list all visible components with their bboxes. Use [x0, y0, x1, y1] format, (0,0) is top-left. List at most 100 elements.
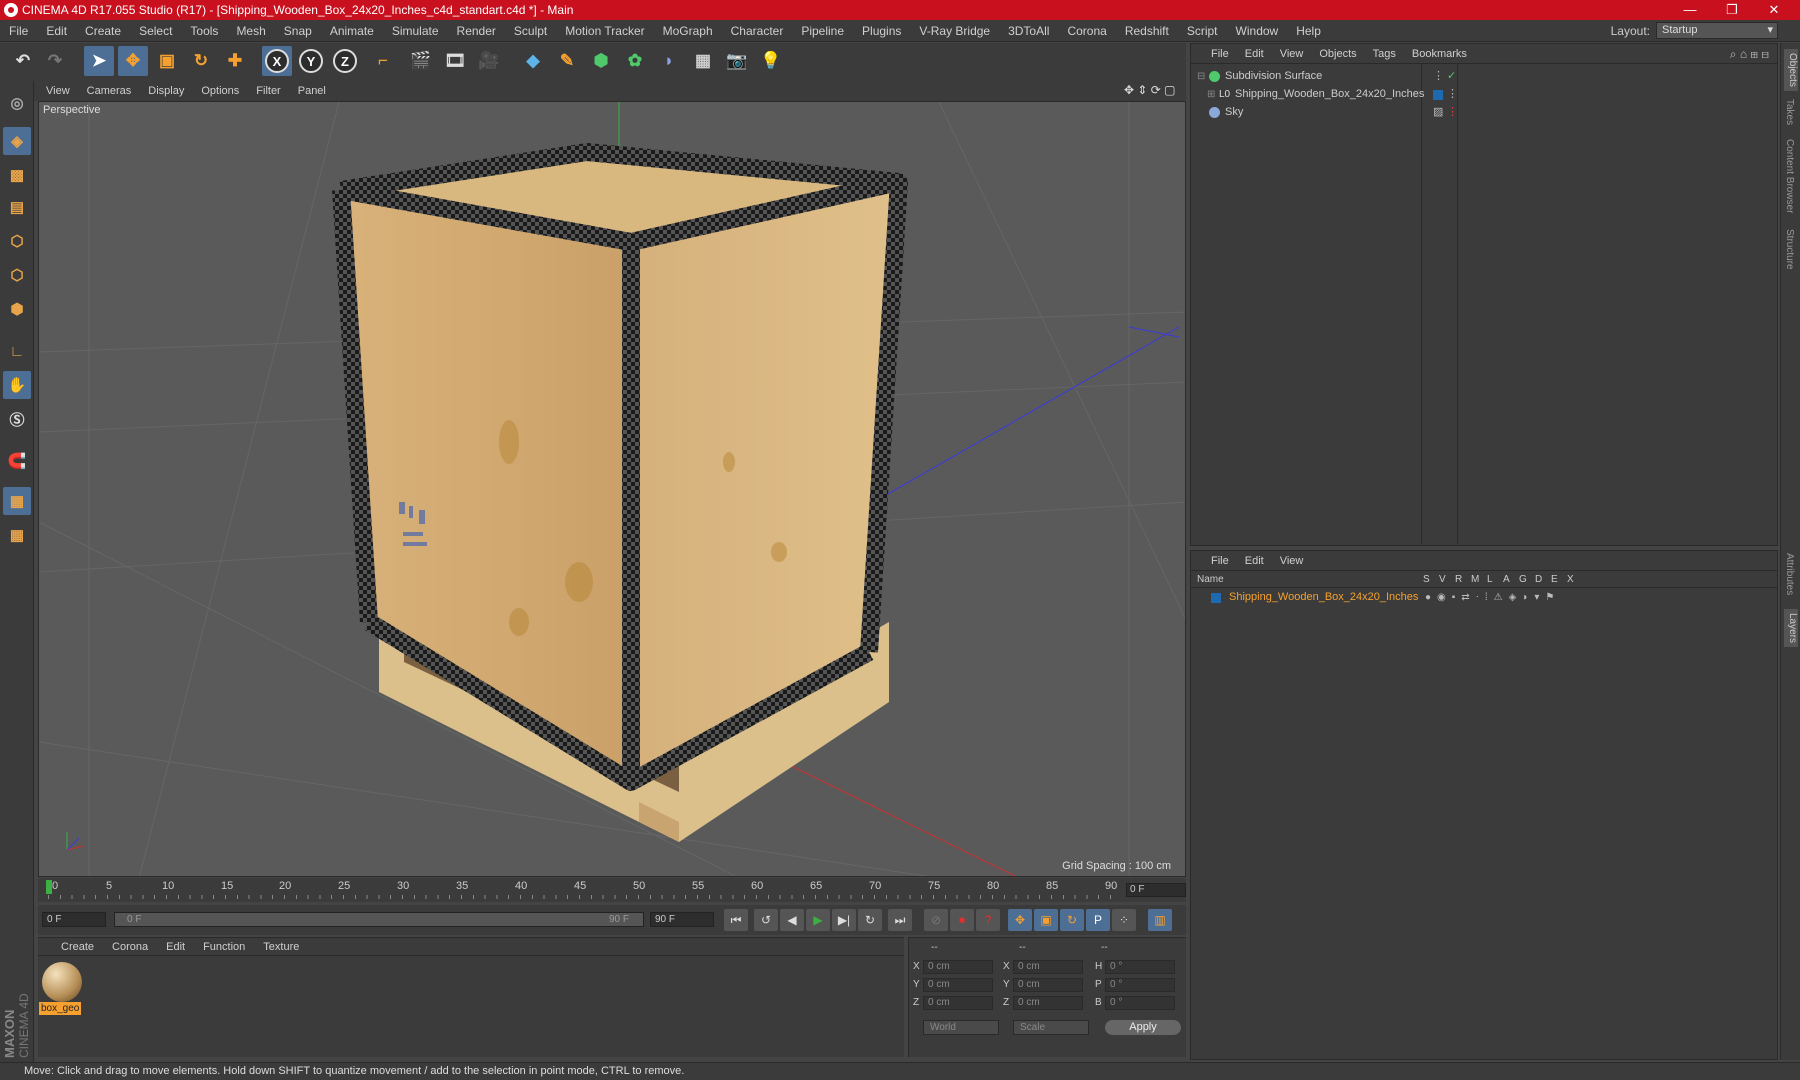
current-frame-field[interactable]: 0 F	[1126, 883, 1186, 897]
deformer-icon[interactable]: ◗	[654, 46, 684, 76]
material-menu-corona[interactable]: Corona	[103, 941, 157, 953]
menu-script[interactable]: Script	[1178, 24, 1227, 38]
key-scale-icon[interactable]: ▣	[1034, 909, 1058, 931]
points-mode-icon[interactable]: ⬡	[3, 227, 31, 255]
position-y-field[interactable]: 0 cm	[923, 978, 993, 992]
timeline-window-icon[interactable]: ▥	[1148, 909, 1172, 931]
edges-mode-icon[interactable]: ⬡	[3, 261, 31, 289]
object-row-sky[interactable]: Sky ▨ ⋮	[1197, 104, 1767, 121]
rotation-b-field[interactable]: 0 °	[1105, 996, 1175, 1010]
material-preview[interactable]	[42, 962, 82, 1002]
menu-render[interactable]: Render	[448, 24, 505, 38]
layer-color-icon[interactable]	[1433, 90, 1443, 100]
layer-color-icon[interactable]	[1211, 593, 1221, 603]
tab-structure[interactable]: Structure	[1784, 229, 1795, 270]
object-search-icon[interactable]: ⌕ ⌂ ⊞ ⊟	[1730, 47, 1769, 62]
magnet-icon[interactable]: 🧲	[3, 447, 31, 475]
object-menu-tags[interactable]: Tags	[1365, 48, 1404, 60]
undo-icon[interactable]: ↶	[8, 46, 38, 76]
tab-layers[interactable]: Layers	[1784, 609, 1798, 648]
layer-menu-file[interactable]: File	[1203, 555, 1237, 567]
visibility-dots-icon[interactable]: ⋮	[1433, 68, 1444, 85]
workplane-mode-icon[interactable]: ▤	[3, 193, 31, 221]
key-parameter-icon[interactable]: P	[1086, 909, 1110, 931]
rotation-p-field[interactable]: 0 °	[1105, 978, 1175, 992]
range-slider[interactable]: 0 F 90 F	[114, 912, 644, 927]
menu-character[interactable]: Character	[722, 24, 793, 38]
cloner-icon[interactable]: ✿	[620, 46, 650, 76]
apply-button[interactable]: Apply	[1105, 1020, 1181, 1035]
key-pla-icon[interactable]: ⁘	[1112, 909, 1136, 931]
menu-3dtoall[interactable]: 3DToAll	[999, 24, 1058, 38]
menu-motion-tracker[interactable]: Motion Tracker	[556, 24, 653, 38]
layer-row[interactable]: Shipping_Wooden_Box_24x20_Inches ●◉▪⇄⋅⁞⚠…	[1197, 589, 1767, 606]
layer-toggle-icons[interactable]: ●◉▪⇄⋅⁞⚠◈◗▾⚑	[1425, 589, 1560, 606]
light-icon[interactable]: 💡	[756, 46, 786, 76]
go-to-end-icon[interactable]: ⏭	[888, 909, 912, 931]
motion-record-icon[interactable]: ⊘	[924, 909, 948, 931]
material-menu-create[interactable]: Create	[52, 941, 103, 953]
menu-window[interactable]: Window	[1227, 24, 1288, 38]
previous-key-icon[interactable]: ↺	[754, 909, 778, 931]
floor-icon[interactable]: ▦	[688, 46, 718, 76]
tab-content-browser[interactable]: Content Browser	[1784, 139, 1795, 213]
size-x-field[interactable]: 0 cm	[1013, 960, 1083, 974]
menu-mograph[interactable]: MoGraph	[654, 24, 722, 38]
x-axis-icon[interactable]: X	[265, 49, 289, 73]
planar-workplane-icon[interactable]: ▦	[3, 521, 31, 549]
object-row-subdivision[interactable]: ⊟ Subdivision Surface ⋮ ✓	[1197, 68, 1767, 85]
camera-icon[interactable]: 📷	[722, 46, 752, 76]
previous-frame-icon[interactable]: ◀	[780, 909, 804, 931]
material-menu-function[interactable]: Function	[194, 941, 254, 953]
menu-animate[interactable]: Animate	[321, 24, 383, 38]
menu-sculpt[interactable]: Sculpt	[505, 24, 556, 38]
key-position-icon[interactable]: ✥	[1008, 909, 1032, 931]
next-key-icon[interactable]: ↻	[858, 909, 882, 931]
autokey-icon[interactable]: ?	[976, 909, 1000, 931]
render-view-icon[interactable]: 🎬	[406, 46, 436, 76]
layer-menu-edit[interactable]: Edit	[1237, 555, 1272, 567]
menu-redshift[interactable]: Redshift	[1116, 24, 1178, 38]
size-z-field[interactable]: 0 cm	[1013, 996, 1083, 1010]
coordinate-mode-select[interactable]: World	[923, 1020, 999, 1035]
material-menu-edit[interactable]: Edit	[157, 941, 194, 953]
tweak-mode-icon[interactable]: ✋	[3, 371, 31, 399]
model-mode-icon[interactable]: ◈	[3, 127, 31, 155]
object-menu-objects[interactable]: Objects	[1311, 48, 1364, 60]
menu-select[interactable]: Select	[130, 24, 181, 38]
tab-objects[interactable]: Objects	[1784, 49, 1798, 91]
end-frame-field[interactable]: 90 F	[650, 912, 714, 927]
cube-primitive-icon[interactable]: ◆	[518, 46, 548, 76]
menu-corona[interactable]: Corona	[1058, 24, 1115, 38]
layer-menu-view[interactable]: View	[1272, 555, 1312, 567]
position-z-field[interactable]: 0 cm	[923, 996, 993, 1010]
material-menu-texture[interactable]: Texture	[254, 941, 308, 953]
menu-pipeline[interactable]: Pipeline	[792, 24, 853, 38]
move-tool-icon[interactable]: ✥	[118, 46, 148, 76]
viewport-menu-panel[interactable]: Panel	[276, 85, 337, 97]
object-menu-view[interactable]: View	[1272, 48, 1312, 60]
3d-viewport[interactable]: Perspective Grid Spacing : 100 cm	[38, 101, 1186, 877]
position-x-field[interactable]: 0 cm	[923, 960, 993, 974]
expand-icon[interactable]: ⊞	[1207, 86, 1215, 103]
select-tool-icon[interactable]: ➤	[84, 46, 114, 76]
minimize-button[interactable]: —	[1670, 0, 1710, 20]
transform-tool-icon[interactable]: ✚	[220, 46, 250, 76]
visibility-dots-icon[interactable]: ⋮	[1447, 86, 1458, 103]
menu-plugins[interactable]: Plugins	[853, 24, 910, 38]
texture-mode-icon[interactable]: ▩	[3, 161, 31, 189]
y-axis-icon[interactable]: Y	[299, 49, 323, 73]
timeline-ruler[interactable]: 0 5 10 15 20 25 30 35 40 45 50 55 60 65 …	[38, 878, 1186, 902]
menu-file[interactable]: File	[0, 24, 37, 38]
subdivision-surface-icon[interactable]: ⬢	[586, 46, 616, 76]
play-icon[interactable]: ▶	[806, 909, 830, 931]
tab-takes[interactable]: Takes	[1784, 99, 1795, 125]
object-menu-edit[interactable]: Edit	[1237, 48, 1272, 60]
menu-tools[interactable]: Tools	[181, 24, 227, 38]
go-to-start-icon[interactable]: ⏮	[724, 909, 748, 931]
visibility-dots-icon[interactable]: ⋮	[1447, 104, 1458, 121]
menu-help[interactable]: Help	[1287, 24, 1330, 38]
menu-simulate[interactable]: Simulate	[383, 24, 448, 38]
key-rotation-icon[interactable]: ↻	[1060, 909, 1084, 931]
menu-edit[interactable]: Edit	[37, 24, 76, 38]
